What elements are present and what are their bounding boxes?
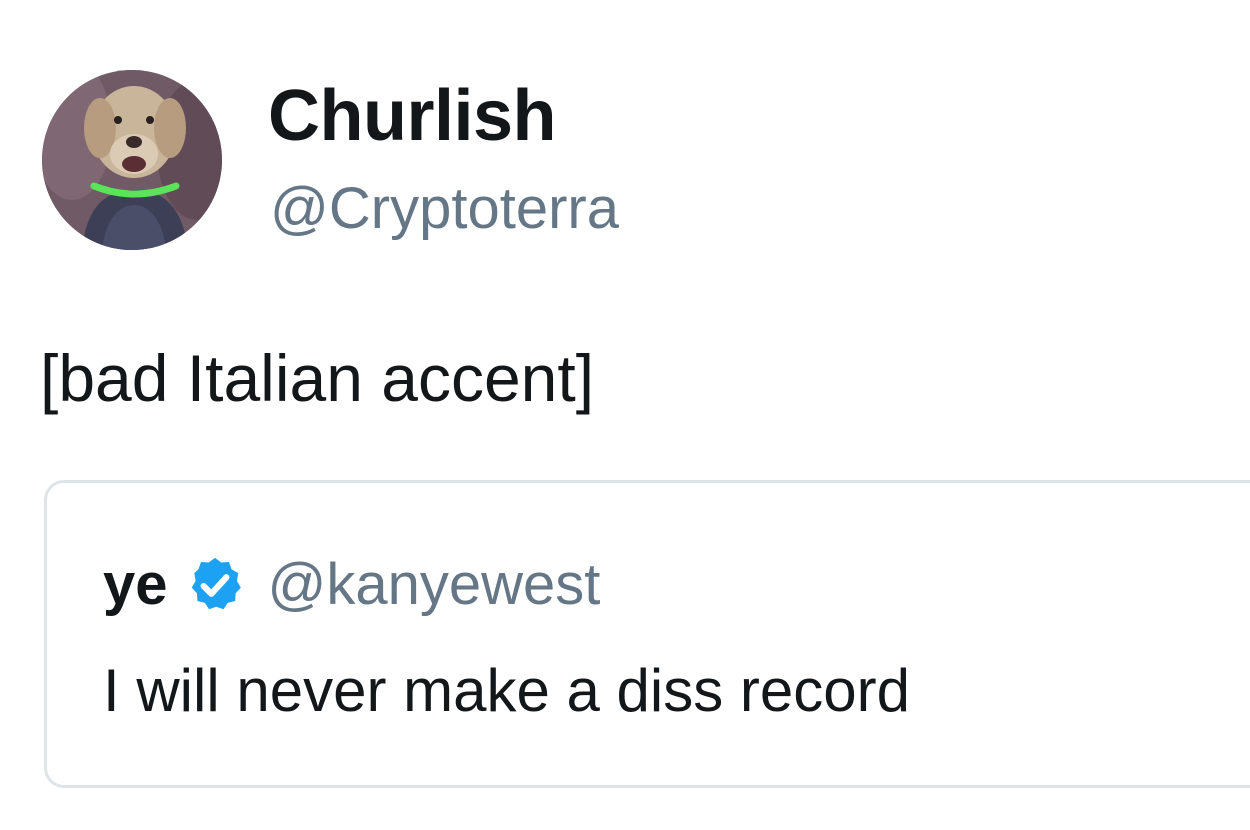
author-name[interactable]: Churlish [268,74,557,158]
dog-avatar-icon [42,70,222,250]
avatar[interactable] [42,70,222,250]
tweet-text: [bad Italian accent] [40,341,595,415]
quoted-tweet-card[interactable]: ye @kanyewest I will never make a diss r… [44,480,1250,788]
quoted-author-handle[interactable]: @kanyewest [268,549,601,621]
quoted-author-name[interactable]: ye [103,549,168,621]
verified-badge-icon [184,554,246,616]
quoted-tweet-text: I will never make a diss record [103,657,910,724]
quoted-tweet-header: ye @kanyewest [103,549,600,621]
tweet: Churlish @Cryptoterra [bad Italian accen… [0,0,1250,830]
author-handle[interactable]: @Cryptoterra [270,174,619,244]
